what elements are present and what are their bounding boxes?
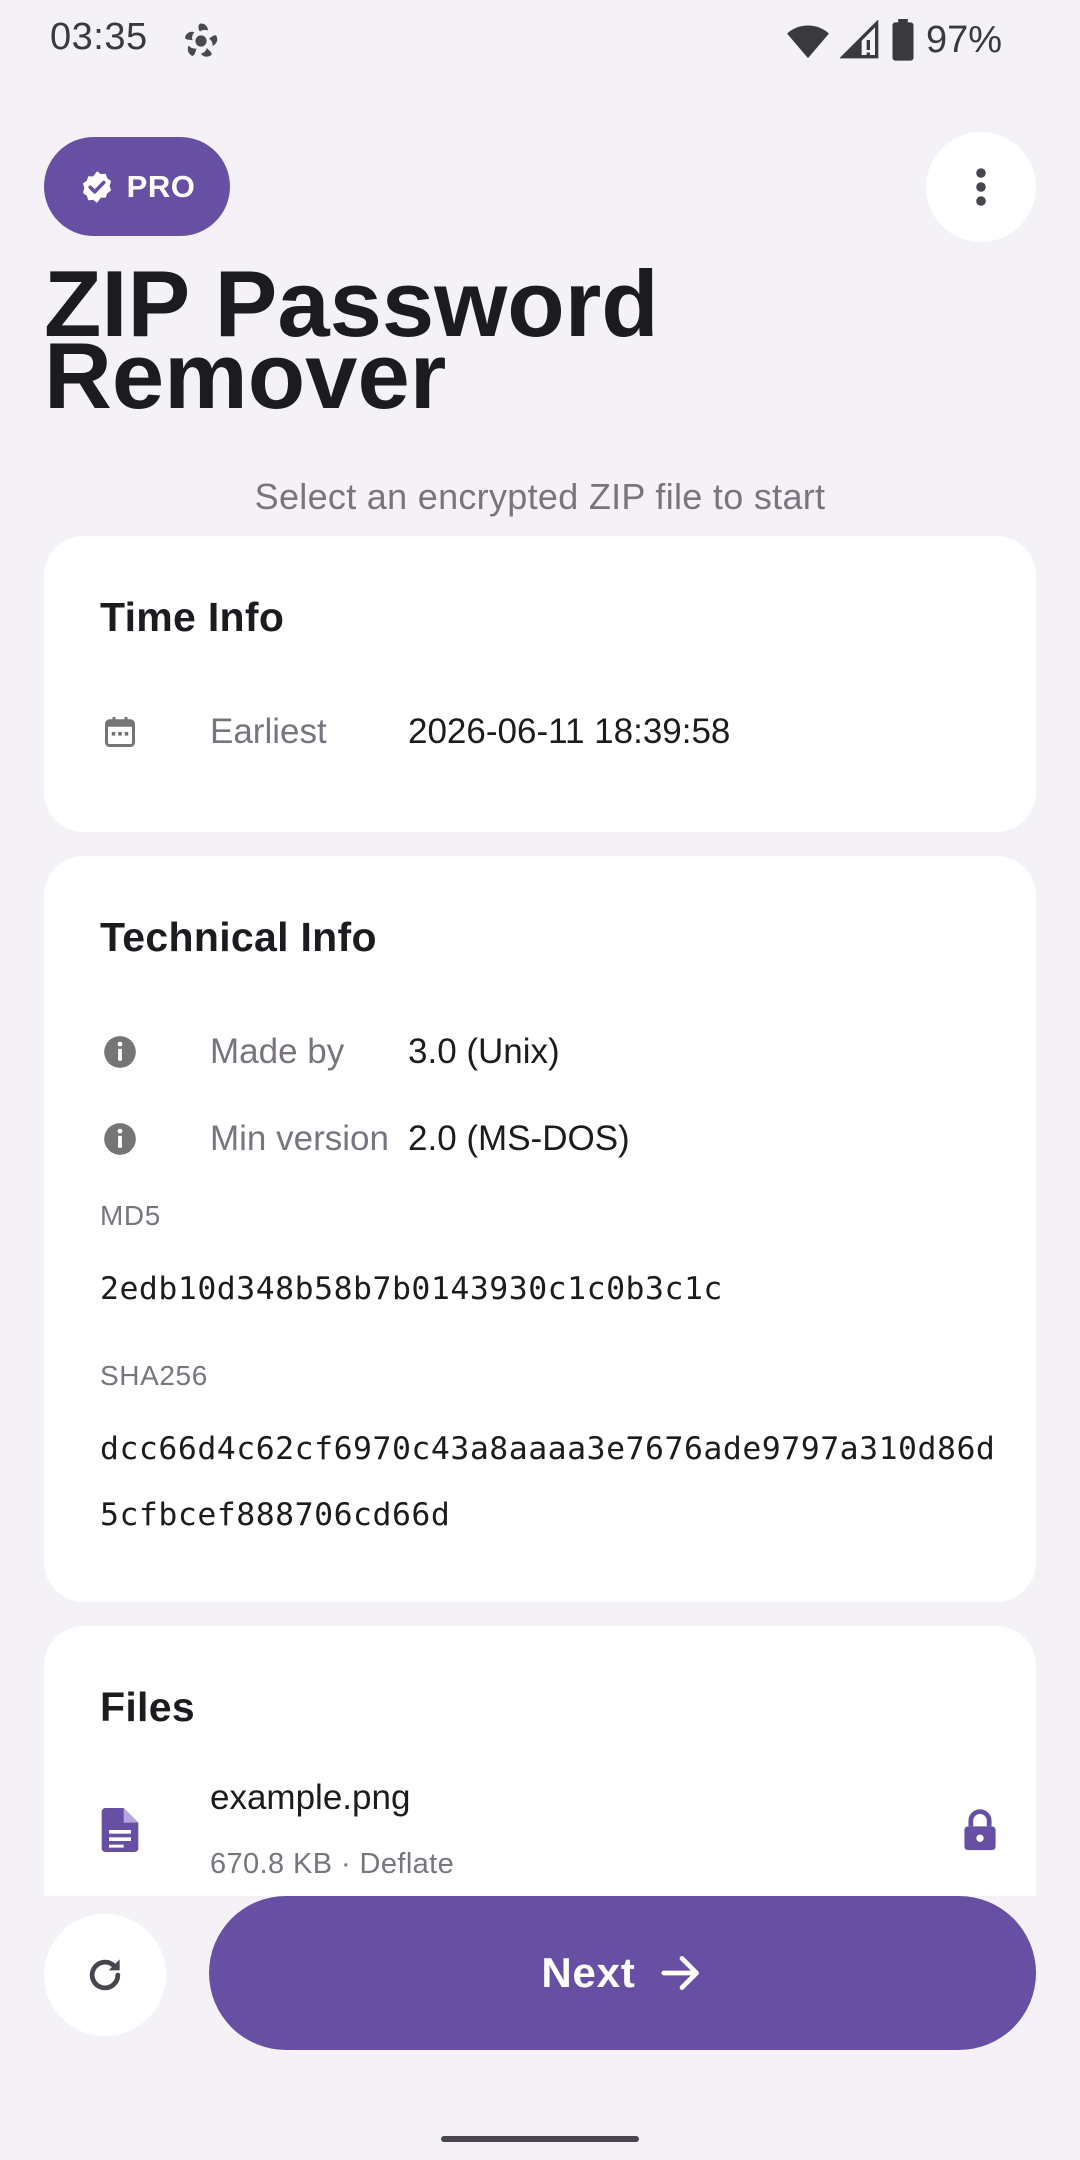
file-list-item[interactable]: example.png 670.8 KB · Deflate [100, 1778, 1000, 1908]
battery-icon [892, 19, 914, 61]
verified-badge-icon [82, 170, 111, 203]
file-icon [101, 1808, 139, 1852]
sha256-label: SHA256 [100, 1360, 208, 1391]
files-card: Files example.png 670.8 KB · Deflate [44, 1626, 1036, 1906]
more-options-button[interactable] [926, 132, 1036, 242]
time-info-title: Time Info [100, 594, 285, 640]
more-vert-icon [976, 168, 986, 206]
calendar-icon [100, 712, 140, 752]
next-button-label: Next [541, 1949, 636, 1996]
md5-label: MD5 [100, 1200, 161, 1231]
info-row-made-by: Made by 3.0 (Unix) [100, 1027, 980, 1077]
refresh-button[interactable] [44, 1914, 166, 2036]
md5-value: 2edb10d348b58b7b0143930c1c0b3c1c [100, 1271, 723, 1307]
technical-info-card: Technical Info Made by 3.0 (Unix) Min ve… [44, 856, 1036, 1602]
signal-icon [839, 20, 879, 59]
time-info-card: Time Info Earliest 2026-06-11 18:39:58 [44, 536, 1036, 832]
info-row-min-version: Min version 2.0 (MS-DOS) [100, 1114, 980, 1164]
lock-icon [964, 1809, 996, 1851]
info-label: Earliest [210, 712, 327, 751]
info-value: 3.0 (Unix) [408, 1032, 560, 1071]
file-name: example.png [210, 1778, 411, 1817]
pro-label: PRO [126, 168, 196, 204]
home-indicator[interactable] [441, 2136, 639, 2142]
files-title: Files [100, 1684, 195, 1730]
refresh-icon [89, 1959, 121, 1991]
file-meta: 670.8 KB · Deflate [210, 1848, 455, 1880]
sha256-value: dcc66d4c62cf6970c43a8aaaa3e7676ade9797a3… [100, 1431, 996, 1533]
info-value: 2.0 (MS-DOS) [408, 1119, 630, 1158]
page-subtitle: Select an encrypted ZIP file to start [254, 476, 826, 517]
wifi-icon [787, 25, 829, 59]
battery-percent: 97% [925, 18, 1002, 61]
next-button[interactable]: Next [209, 1896, 1036, 2050]
info-label: Min version [210, 1119, 389, 1158]
status-icons: 97% [786, 16, 1002, 64]
bottom-action-bar: Next [0, 1896, 1080, 2160]
arrow-forward-icon [661, 1956, 699, 1990]
page-title: ZIP Password Remover [44, 251, 659, 428]
info-value: 2026-06-11 18:39:58 [408, 712, 731, 751]
info-icon [100, 1032, 140, 1072]
technical-info-title: Technical Info [100, 914, 377, 960]
info-label: Made by [210, 1032, 345, 1071]
info-row-earliest: Earliest 2026-06-11 18:39:58 [100, 707, 980, 757]
status-bar: 03:35 97% [0, 0, 1080, 80]
pro-badge[interactable]: PRO [44, 137, 230, 236]
app-notification-icon [184, 23, 218, 57]
status-time: 03:35 [50, 16, 148, 58]
info-icon [100, 1119, 140, 1159]
